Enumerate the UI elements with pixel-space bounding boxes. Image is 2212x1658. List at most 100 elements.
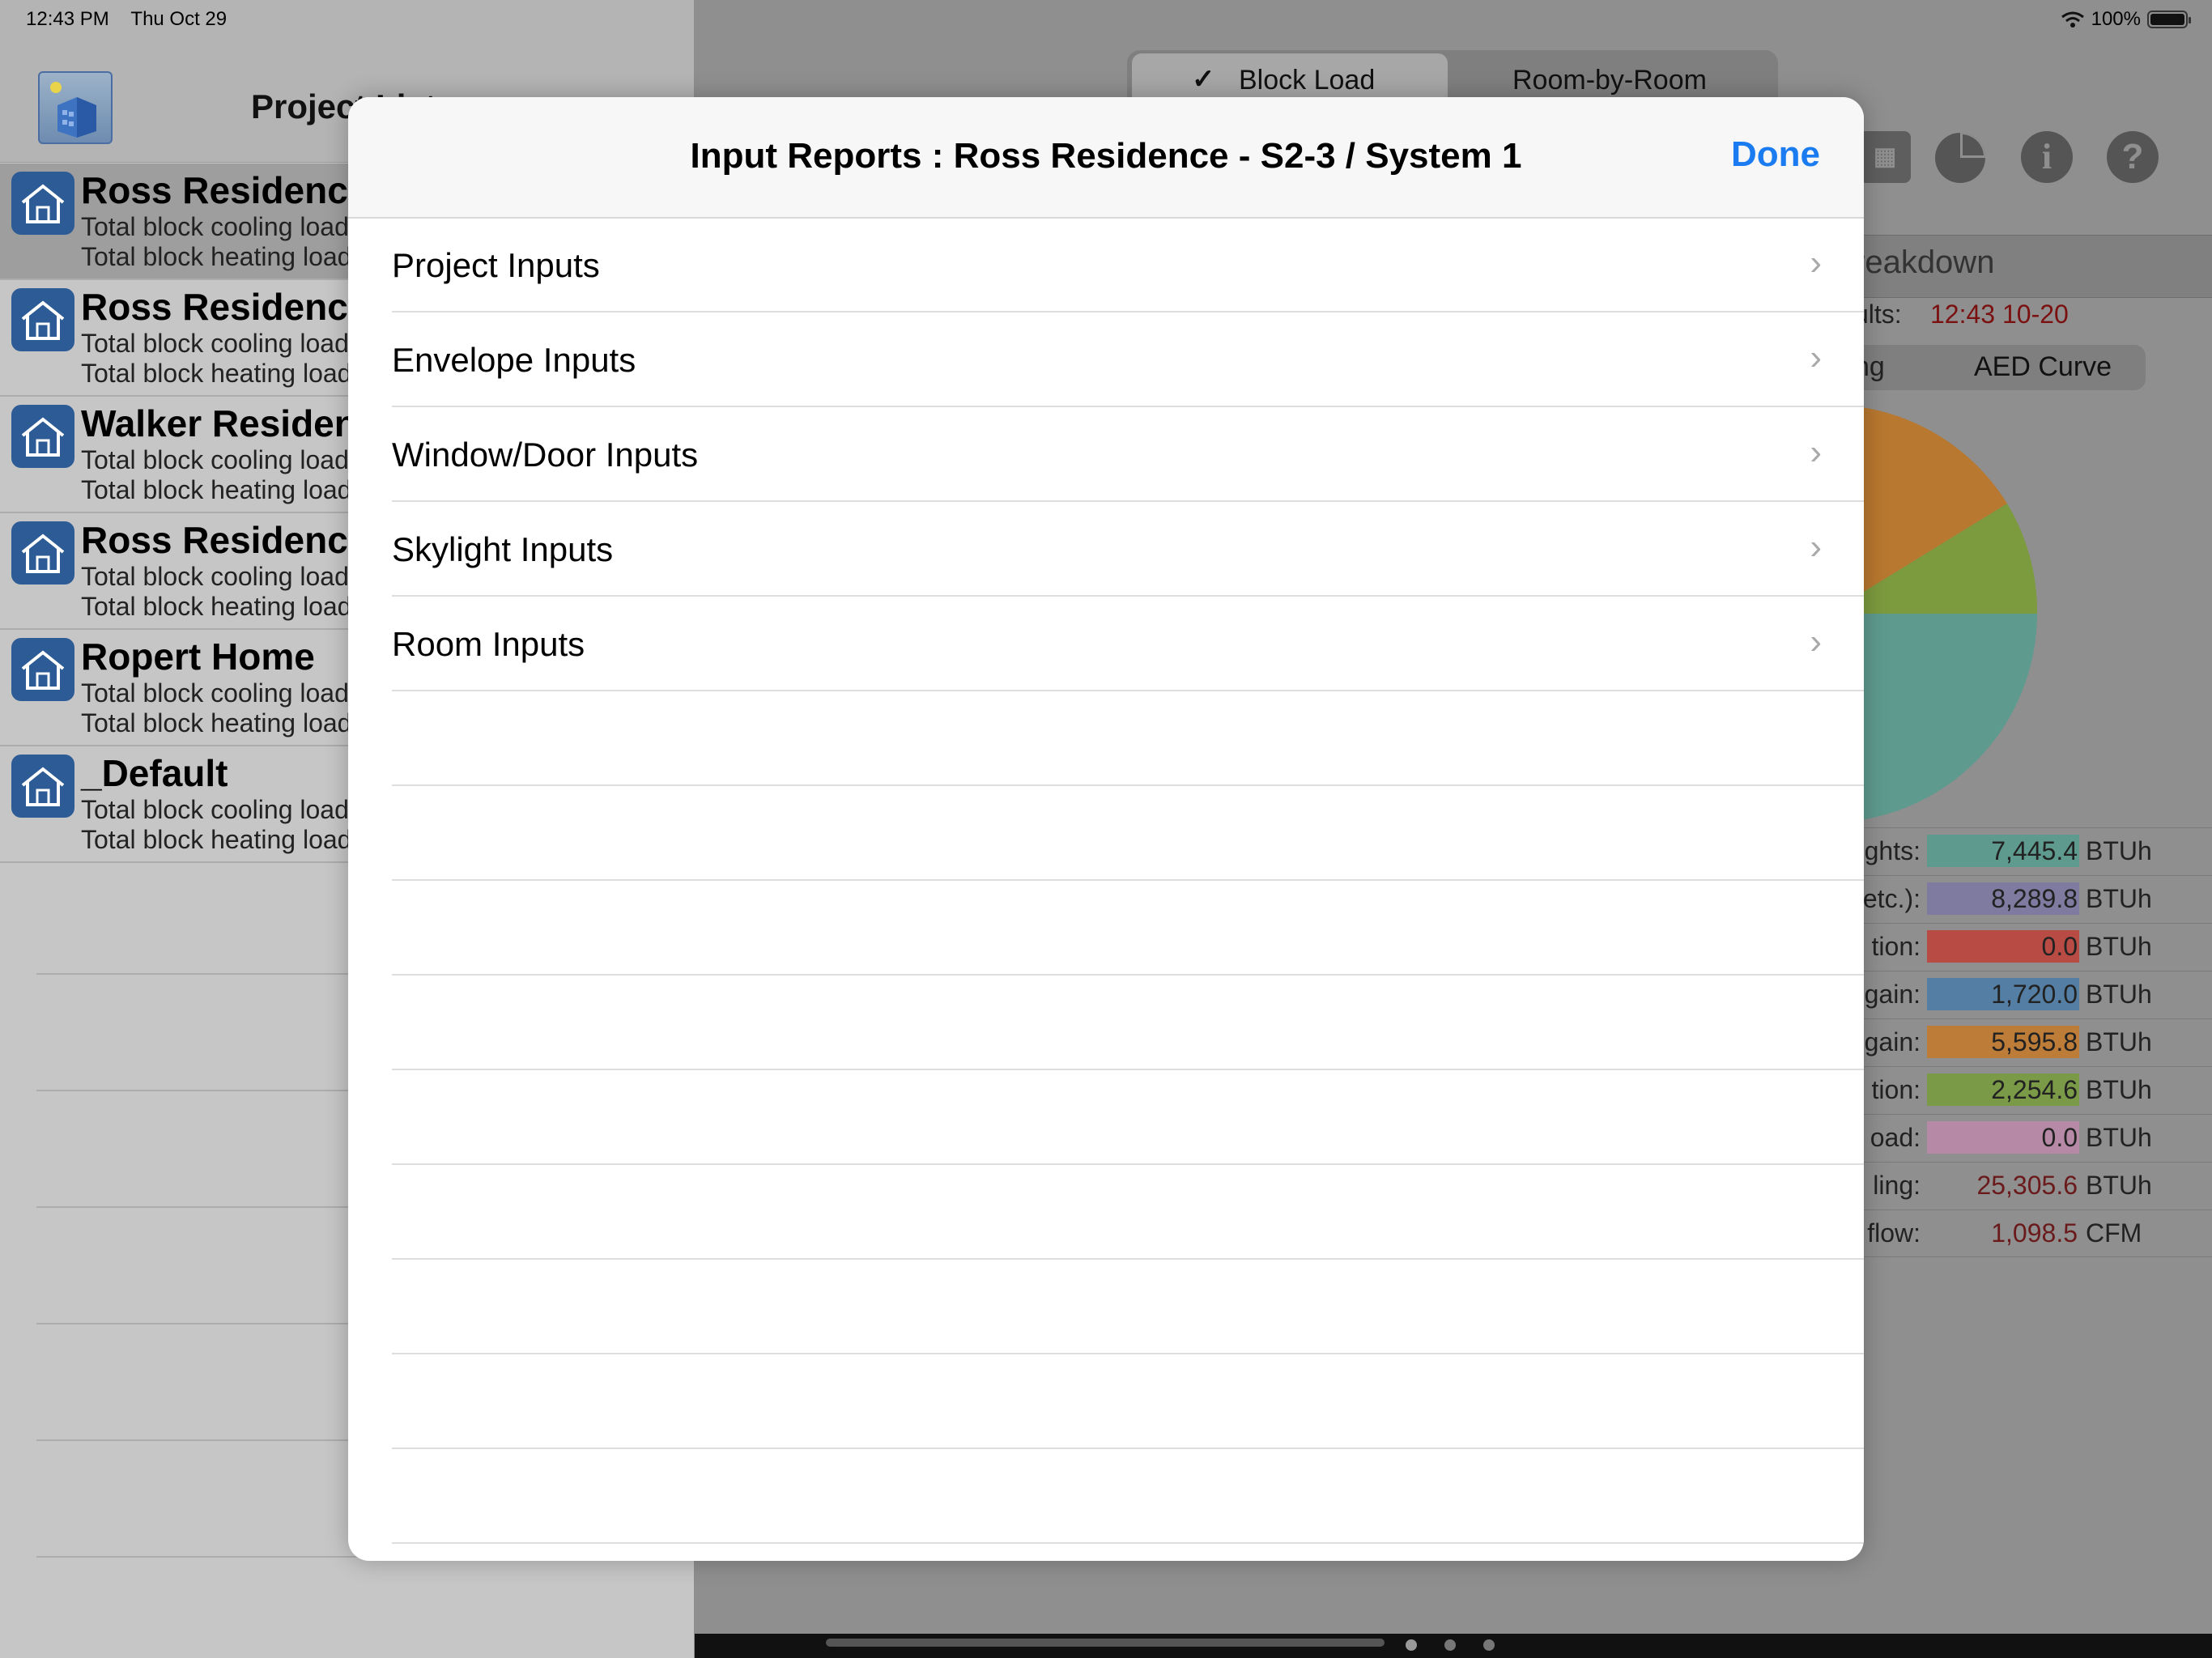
project-heating-line: Total block heating load	[81, 475, 352, 504]
legend-label: tion:	[1871, 932, 1921, 961]
house-icon	[11, 405, 74, 468]
status-indicators: 100%	[2061, 8, 2191, 31]
row-label: Room Inputs	[392, 625, 585, 663]
legend-row: tion: 0.0 BTUh	[1846, 923, 2212, 971]
tab-block-load-label: Block Load	[1239, 65, 1376, 96]
legend-row: ling: 25,305.6 BTUh	[1846, 1162, 2212, 1209]
results-timestamp: 12:43 10-20	[1930, 300, 2069, 329]
page-dot[interactable]	[1406, 1639, 1417, 1651]
checkmark-icon: ✓	[1192, 64, 1215, 95]
project-name: Ross Residence	[81, 286, 369, 328]
status-bar: 12:43 PM Thu Oct 29 100%	[0, 0, 2212, 39]
empty-row	[392, 1450, 1864, 1544]
legend-unit: BTUh	[2086, 1171, 2152, 1200]
legend-label: oad:	[1870, 1123, 1921, 1152]
wifi-icon	[2061, 11, 2084, 28]
legend-unit: BTUh	[2086, 1027, 2152, 1056]
legend-label: tion:	[1871, 1075, 1921, 1104]
empty-row	[392, 976, 1864, 1070]
legend-row: gain: 1,720.0 BTUh	[1846, 971, 2212, 1018]
done-button[interactable]: Done	[1731, 134, 1820, 175]
project-name: Ross Residence	[81, 519, 369, 561]
row-label: Window/Door Inputs	[392, 436, 699, 474]
legend-value: 25,305.6	[1976, 1171, 2078, 1200]
house-icon	[11, 521, 74, 585]
battery-icon	[2147, 11, 2191, 28]
info-icon[interactable]: i	[2021, 131, 2073, 183]
row-label: Envelope Inputs	[392, 341, 636, 379]
legend-unit: BTUh	[2086, 1075, 2152, 1104]
project-cooling-line: Total block cooling load	[81, 445, 349, 474]
breakdown-title: reakdown	[1854, 244, 1995, 280]
house-icon	[11, 288, 74, 351]
empty-row	[392, 787, 1864, 881]
legend-row: oad: 0.0 BTUh	[1846, 1114, 2212, 1162]
legend-row: tion: 2,254.6 BTUh	[1846, 1066, 2212, 1114]
row-label: Project Inputs	[392, 246, 600, 284]
legend-unit: BTUh	[2086, 980, 2152, 1009]
project-heating-line: Total block heating load	[81, 359, 352, 388]
aed-curve-tab[interactable]: AED Curve	[1974, 351, 2112, 383]
project-cooling-line: Total block cooling load	[81, 678, 349, 708]
empty-row	[392, 882, 1864, 976]
row-label: Skylight Inputs	[392, 530, 614, 568]
page-dot[interactable]	[1483, 1639, 1495, 1651]
legend-value: 8,289.8	[1991, 884, 2078, 913]
chevron-right-icon: ›	[1810, 243, 1822, 283]
status-clock: 12:43 PM Thu Oct 29	[26, 8, 227, 31]
page-dot[interactable]	[1444, 1639, 1456, 1651]
legend-label: ling:	[1873, 1171, 1921, 1200]
report-row-envelope-inputs[interactable]: Envelope Inputs ›	[392, 313, 1864, 407]
legend-value: 1,098.5	[1991, 1218, 2078, 1248]
project-name: _Default	[81, 752, 228, 794]
house-icon	[11, 638, 74, 701]
house-icon	[11, 755, 74, 818]
project-heating-line: Total block heating load	[81, 242, 352, 271]
legend-value: 0.0	[2041, 932, 2078, 961]
legend-unit: BTUh	[2086, 1123, 2152, 1152]
status-time: 12:43 PM	[26, 8, 109, 30]
chevron-right-icon: ›	[1810, 527, 1822, 567]
legend-value: 1,720.0	[1991, 980, 2078, 1009]
legend-label: flow:	[1867, 1218, 1921, 1248]
project-cooling-line: Total block cooling load	[81, 329, 349, 358]
project-heating-line: Total block heating load	[81, 592, 352, 621]
report-row-room-inputs[interactable]: Room Inputs ›	[392, 597, 1864, 691]
project-heating-line: Total block heating load	[81, 708, 352, 738]
empty-row	[392, 692, 1864, 786]
project-cooling-line: Total block cooling load	[81, 795, 349, 824]
legend-value: 0.0	[2041, 1123, 2078, 1152]
app-logo-icon[interactable]	[38, 71, 113, 144]
modal-title: Input Reports : Ross Residence - S2-3 / …	[690, 136, 1522, 176]
legend-row: etc.): 8,289.8 BTUh	[1846, 875, 2212, 923]
empty-row	[392, 1071, 1864, 1165]
help-icon[interactable]: ?	[2107, 131, 2159, 183]
report-row-project-inputs[interactable]: Project Inputs ›	[392, 219, 1864, 312]
legend-row: flow: 1,098.5 CFM	[1846, 1209, 2212, 1257]
report-row-skylight-inputs[interactable]: Skylight Inputs ›	[392, 503, 1864, 597]
legend-label: gain:	[1864, 1027, 1921, 1056]
legend-unit: BTUh	[2086, 884, 2152, 913]
divider	[1846, 1256, 2212, 1257]
chevron-right-icon: ›	[1810, 432, 1822, 472]
pie-chart-icon[interactable]	[1933, 131, 1987, 185]
legend-row: ghts: 7,445.4 BTUh	[1846, 827, 2212, 875]
legend-value: 5,595.8	[1991, 1027, 2078, 1056]
chevron-right-icon: ›	[1810, 338, 1822, 377]
legend-label: gain:	[1864, 980, 1921, 1009]
legend-label: etc.):	[1862, 884, 1921, 913]
legend-value: 7,445.4	[1991, 836, 2078, 865]
chevron-right-icon: ›	[1810, 622, 1822, 661]
input-reports-modal: Input Reports : Ross Residence - S2-3 / …	[348, 97, 1864, 1561]
project-name: Ross Residence	[81, 169, 369, 211]
project-cooling-line: Total block cooling load	[81, 562, 349, 591]
calculator-icon[interactable]: ▦	[1859, 131, 1911, 183]
project-cooling-line: Total block cooling load	[81, 212, 349, 241]
tab-room-by-room[interactable]: Room-by-Room	[1512, 65, 1707, 96]
empty-row	[392, 1166, 1864, 1260]
home-indicator[interactable]	[826, 1639, 1385, 1647]
empty-row	[392, 1355, 1864, 1449]
status-date: Thu Oct 29	[130, 8, 228, 30]
empty-row	[392, 1261, 1864, 1354]
report-row-window-door-inputs[interactable]: Window/Door Inputs ›	[392, 408, 1864, 502]
